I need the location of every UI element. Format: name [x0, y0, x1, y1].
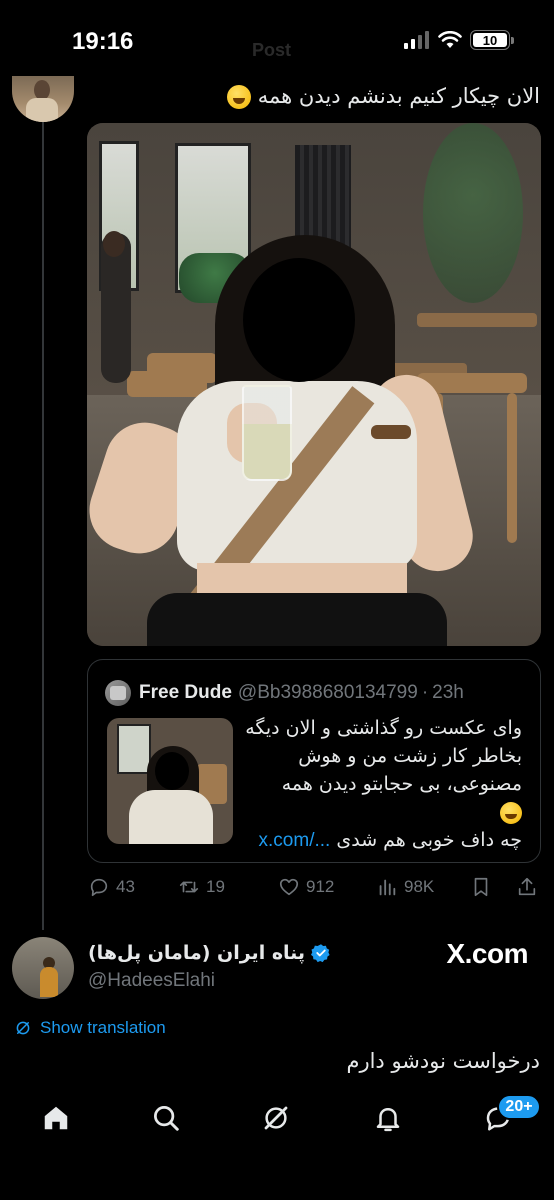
show-translation-link[interactable]: Show translation: [14, 1018, 166, 1038]
reply-button[interactable]: 43: [88, 876, 135, 898]
messages-badge: 20+: [497, 1094, 541, 1120]
reply-author-handle: @HadeesElahi: [88, 970, 216, 991]
bookmark-button[interactable]: [470, 876, 498, 898]
tweet-photo[interactable]: [87, 123, 541, 646]
header-title-faded: Post: [252, 40, 292, 60]
search-icon: [154, 1106, 179, 1131]
reply-author-name-text: پناه ایران (مامان پل‌ها): [88, 942, 306, 964]
rofl-emoji-icon: [227, 85, 252, 109]
reply-text: درخواست نودشو دارم: [346, 1049, 540, 1073]
quoted-tweet-thumbnail[interactable]: [107, 718, 233, 844]
x-com-watermark: X.com: [446, 938, 528, 969]
bookmark-icon: [474, 877, 488, 897]
reply-author-name[interactable]: پناه ایران (مامان پل‌ها): [88, 942, 331, 964]
quoted-tweet-header: Free Dude @Bb3988680134799 · 23h: [105, 680, 525, 706]
quoted-author-avatar[interactable]: [105, 680, 131, 706]
face-redaction: [243, 258, 355, 382]
battery-icon: 10: [470, 30, 514, 50]
show-more-link[interactable]: x.com/...: [259, 830, 331, 851]
quoted-author-handle: @Bb3988680134799: [237, 682, 418, 703]
nav-home[interactable]: [36, 1098, 76, 1138]
separator-dot: ·: [421, 682, 429, 703]
tweet-text: الان چیکار کنیم بدنشم دیدن همه: [227, 84, 540, 109]
reply-icon: [90, 878, 108, 897]
nav-search[interactable]: [146, 1098, 186, 1138]
reply-author-avatar[interactable]: [12, 937, 74, 999]
battery-percent: 10: [482, 32, 498, 48]
like-count: 912: [306, 877, 335, 896]
signal-icon: [404, 31, 429, 49]
nav-grok[interactable]: [256, 1098, 296, 1138]
heart-icon: [279, 878, 299, 896]
quoted-line: مصنوعی، بی حجابتو دیدن همه: [281, 773, 522, 795]
grok-icon: [264, 1106, 288, 1130]
repost-count: 19: [206, 877, 225, 896]
action-bar: 43 19 912 98K: [88, 872, 542, 902]
home-icon: [44, 1106, 68, 1130]
verified-badge-icon: [311, 944, 330, 963]
bell-icon: [376, 1108, 400, 1132]
repost-icon: [179, 881, 199, 893]
quoted-line: چه داف خوبی هم شدی: [336, 829, 522, 851]
quoted-line: وای عکست رو گذاشتی و الان دیگه: [245, 717, 522, 739]
quoted-tweet[interactable]: Free Dude @Bb3988680134799 · 23h وای عکس…: [87, 659, 541, 863]
share-icon: [518, 877, 536, 896]
repost-button[interactable]: 19: [178, 876, 225, 898]
status-bar: 19:16 Post 10: [0, 0, 554, 84]
views-count: 98K: [404, 877, 435, 896]
quoted-author-name[interactable]: Free Dude: [139, 682, 232, 704]
status-icons: 10: [404, 30, 514, 50]
quoted-timestamp: 23h: [432, 682, 464, 703]
share-button[interactable]: [516, 876, 544, 898]
views-button[interactable]: 98K: [376, 876, 434, 898]
show-translation-label: Show translation: [40, 1018, 166, 1037]
quoted-tweet-text: وای عکست رو گذاشتی و الان دیگه بخاطر کار…: [242, 714, 522, 855]
thread-line: [42, 118, 44, 930]
like-button[interactable]: 912: [278, 876, 334, 898]
reply-count: 43: [116, 877, 135, 896]
quoted-line: بخاطر کار زشت من و هوش: [298, 745, 522, 767]
tweet-text-content: الان چیکار کنیم بدنشم دیدن همه: [257, 84, 540, 108]
views-icon: [379, 879, 396, 896]
bottom-nav: [0, 1088, 554, 1152]
nav-notifications[interactable]: [368, 1098, 408, 1138]
author-avatar[interactable]: [12, 76, 74, 122]
status-time: 19:16: [72, 28, 134, 55]
laughing-emoji-icon: [500, 801, 522, 824]
wifi-icon: [438, 31, 462, 48]
grok-translate-icon: [16, 1021, 30, 1035]
